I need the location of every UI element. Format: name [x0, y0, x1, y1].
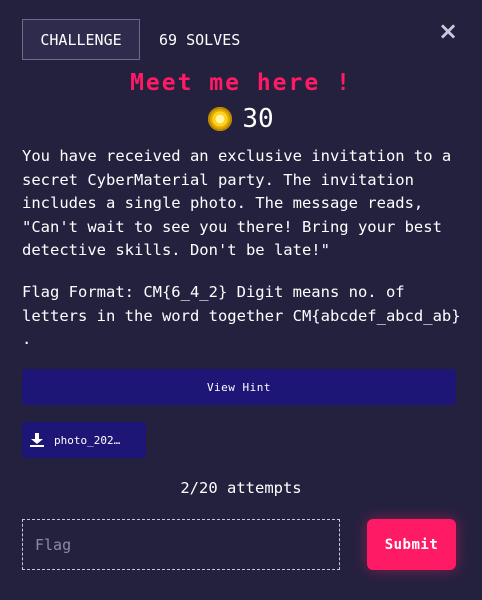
flag-input[interactable]	[22, 519, 340, 570]
attempts-counter: 2/20 attempts	[180, 479, 302, 497]
file-label: photo_202…	[54, 433, 121, 447]
tab-solves[interactable]: 69 SOLVES	[159, 19, 240, 60]
challenge-title: Meet me here !	[130, 70, 352, 96]
tab-challenge[interactable]: CHALLENGE	[22, 19, 140, 60]
challenge-points: 30	[242, 104, 274, 134]
close-icon[interactable]: ×	[438, 17, 458, 45]
coin-icon	[208, 107, 233, 131]
view-hint-button[interactable]: View Hint	[22, 369, 456, 405]
download-icon	[30, 433, 44, 447]
submit-button[interactable]: Submit	[367, 519, 456, 570]
points-row: 30	[0, 103, 482, 135]
flag-format-text: Flag Format: CM{6_4_2} Digit means no. o…	[22, 283, 461, 348]
challenge-description: You have received an exclusive invitatio…	[22, 147, 452, 259]
file-download-button[interactable]: photo_202…	[22, 422, 146, 458]
